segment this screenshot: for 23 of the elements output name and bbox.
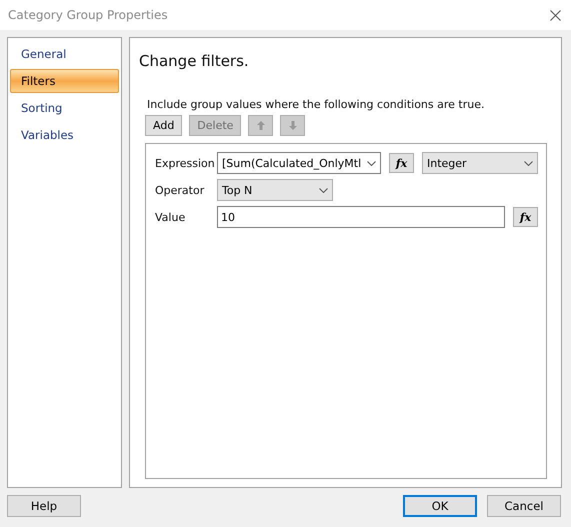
instruction-text: Include group values where the following conditions are true. (147, 98, 486, 111)
expression-dropdown[interactable]: [Sum(Calculated_OnlyMtl (217, 152, 381, 174)
close-icon[interactable] (550, 10, 561, 20)
help-button[interactable]: Help (7, 495, 81, 517)
field-label: Expression (155, 156, 216, 170)
toolbar-button[interactable]: Add (145, 115, 182, 136)
field-label: Operator (155, 184, 206, 196)
sidebar-item[interactable]: General (10, 42, 119, 66)
dialog-button[interactable]: OK (403, 495, 477, 517)
sidebar-item[interactable]: Sorting (10, 96, 119, 120)
down-arrow-icon (288, 121, 297, 130)
function-button[interactable]: fx (513, 207, 538, 227)
type-dropdown[interactable]: Integer (422, 152, 538, 174)
dialog-button[interactable]: Cancel (487, 495, 561, 517)
value-input[interactable]: 10 (217, 206, 505, 228)
page-heading: Change filters. (139, 52, 250, 70)
operator-dropdown[interactable]: Top N (217, 179, 333, 201)
window-title: Category Group Properties (8, 8, 168, 22)
sidebar-item[interactable]: Variables (10, 123, 119, 147)
sidebar-item[interactable]: Filters (10, 69, 119, 93)
up-arrow-icon (256, 121, 265, 130)
field-label: Value (155, 210, 186, 224)
function-button[interactable]: fx (389, 153, 414, 173)
